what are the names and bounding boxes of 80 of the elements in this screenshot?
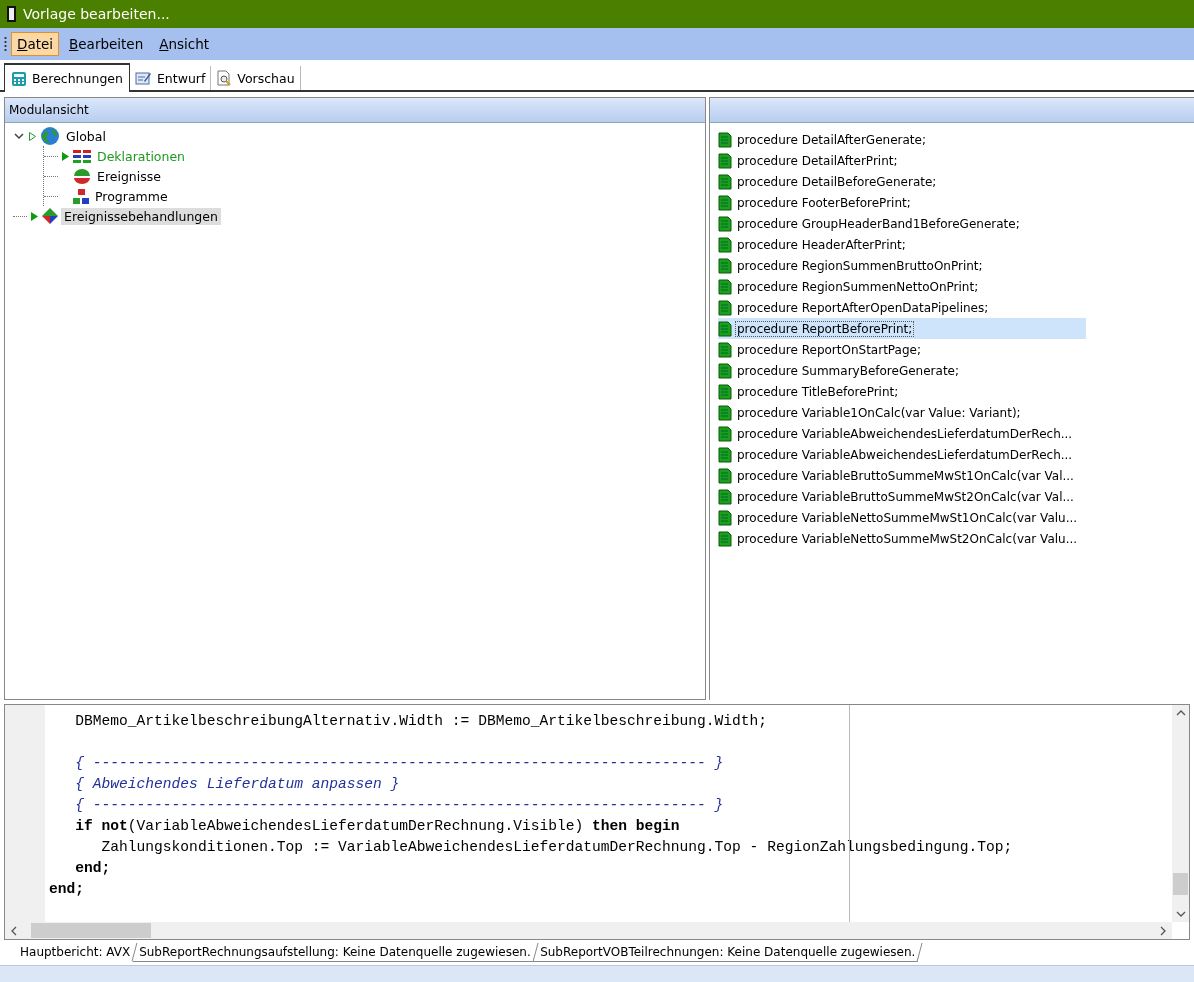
procedure-item[interactable]: procedure VariableBruttoSummeMwSt2OnCalc(var Val... [718, 486, 1086, 507]
grip-handle[interactable] [4, 36, 7, 52]
tree-item[interactable]: Programme [92, 187, 171, 205]
document-icon [718, 362, 732, 379]
document-icon [718, 341, 732, 358]
procedure-item[interactable]: procedure FooterBeforePrint; [718, 192, 1086, 213]
tree-item[interactable]: Deklarationen [94, 147, 189, 165]
procedure-item[interactable]: procedure VariableAbweichendesLieferdatumDerRech... [718, 423, 1086, 444]
document-icon [718, 278, 732, 295]
document-icon [718, 215, 732, 232]
calculator-icon [11, 70, 27, 87]
menu-item[interactable]: Datei [11, 32, 60, 56]
window-icon [6, 5, 17, 23]
document-icon [718, 194, 732, 211]
procedure-item[interactable]: procedure GroupHeaderBand1BeforeGenerate; [718, 213, 1086, 234]
magnifier-document-icon [216, 70, 233, 86]
scrollbar-thumb[interactable] [1173, 872, 1188, 895]
scroll-right-icon [1158, 924, 1168, 937]
tab[interactable]: Berechnungen [4, 63, 130, 92]
scroll-left-icon [9, 924, 19, 937]
procedure-item[interactable]: procedure DetailAfterPrint; [718, 150, 1086, 171]
procedure-item[interactable]: procedure ReportAfterOpenDataPipelines; [718, 297, 1086, 318]
tab[interactable]: Vorschau [211, 66, 301, 90]
document-icon [718, 257, 732, 274]
document-icon [718, 425, 732, 442]
diamond-icon [42, 208, 58, 224]
tree-item[interactable]: Ereignisse [94, 167, 164, 185]
code-line: if not(VariableAbweichendesLieferdatumDerRechnung.Visible) then begin [74, 818, 680, 834]
procedure-item[interactable]: procedure VariableNettoSummeMwSt2OnCalc(var Valu... [718, 528, 1086, 549]
code-line: Zahlungskonditionen.Top := VariableAbweichendesLieferdatumDerRechnung.Top - RegionZahlungsbedingung.Top; [100, 839, 1013, 855]
pencil-document-icon [134, 70, 152, 86]
blocks-icon [73, 188, 89, 204]
procedure-item[interactable]: procedure SummaryBeforeGenerate; [718, 360, 1086, 381]
procedure-item[interactable]: procedure VariableBruttoSummeMwSt1OnCalc(var Val... [718, 465, 1086, 486]
code-line: { ---------------------------------------------------------------------- } [74, 755, 724, 771]
procedure-item[interactable]: procedure TitleBeforePrint; [718, 381, 1086, 402]
procedure-item[interactable]: procedure HeaderAfterPrint; [718, 234, 1086, 255]
document-icon [718, 383, 732, 400]
document-icon [718, 404, 732, 421]
menu-item[interactable]: Bearbeiten [63, 32, 150, 56]
scrollbar-thumb[interactable] [31, 923, 151, 938]
code-line: end; [74, 860, 111, 876]
document-icon [718, 530, 732, 547]
scroll-up-icon [1174, 708, 1187, 718]
document-icon [718, 131, 732, 148]
scroll-down-icon [1174, 909, 1187, 919]
code-line: { ---------------------------------------------------------------------- } [74, 797, 724, 813]
document-icon [718, 320, 732, 337]
procedure-item[interactable]: procedure DetailAfterGenerate; [718, 129, 1086, 150]
procedure-item[interactable]: procedure RegionSummenBruttoOnPrint; [718, 255, 1086, 276]
document-icon [718, 509, 732, 526]
collapse-icon[interactable] [13, 130, 25, 142]
code-line: { Abweichendes Lieferdatum anpassen } [74, 776, 400, 792]
document-icon [718, 152, 732, 169]
procedure-item[interactable]: procedure DetailBeforeGenerate; [718, 171, 1086, 192]
tree-item[interactable]: Ereignissebehandlungen [61, 207, 221, 225]
document-icon [718, 299, 732, 316]
code-line: DBMemo_ArtikelbeschreibungAlternativ.Width := DBMemo_Artikelbeschreibung.Width; [74, 713, 768, 729]
panel-header: Modulansicht [5, 98, 705, 123]
procedure-item[interactable]: procedure ReportOnStartPage; [718, 339, 1086, 360]
split-circle-icon [73, 167, 91, 185]
document-icon [718, 236, 732, 253]
report-tab[interactable]: SubReportVOBTeilrechnungen: Keine Datenquelle zugewiesen. [533, 943, 923, 962]
report-tab[interactable]: SubReportRechnungsaufstellung: Keine Datenquelle zugewiesen. [132, 943, 539, 962]
window-title: Vorlage bearbeiten... [23, 6, 170, 22]
globe-icon [40, 126, 60, 146]
procedure-item[interactable]: procedure Variable1OnCalc(var Value: Variant); [718, 402, 1086, 423]
document-icon [718, 467, 732, 484]
document-icon [718, 488, 732, 505]
procedure-item[interactable]: procedure ReportBeforePrint; [718, 318, 1086, 339]
document-icon [718, 173, 732, 190]
tab[interactable]: Entwurf [129, 66, 212, 90]
grid-icon [73, 148, 91, 164]
procedure-item[interactable]: procedure VariableAbweichendesLieferdatumDerRech... [718, 444, 1086, 465]
tree-item[interactable]: Global [63, 127, 109, 145]
procedure-item[interactable]: procedure RegionSummenNettoOnPrint; [718, 276, 1086, 297]
document-icon [718, 446, 732, 463]
code-line: end; [49, 881, 85, 897]
menu-item[interactable]: Ansicht [153, 32, 216, 56]
procedure-item[interactable]: procedure VariableNettoSummeMwSt1OnCalc(var Valu... [718, 507, 1086, 528]
